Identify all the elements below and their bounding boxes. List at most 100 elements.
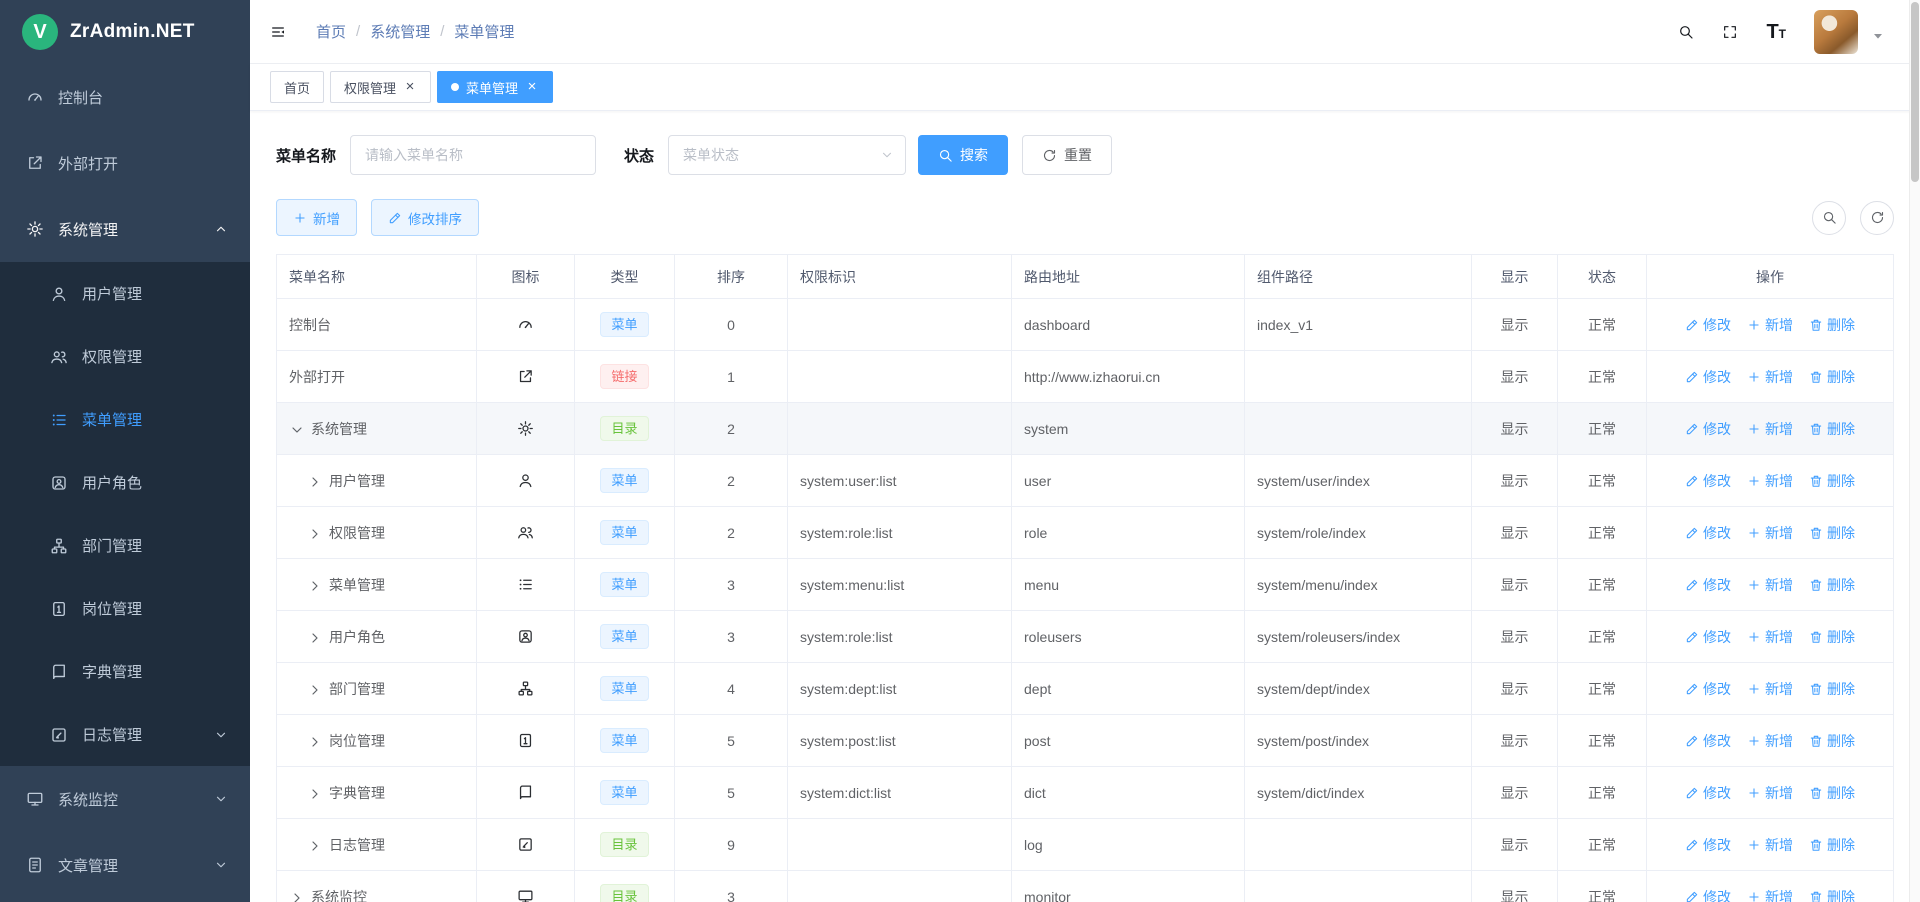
row-delete-link[interactable]: 删除	[1809, 679, 1855, 699]
cell-visible: 显示	[1472, 403, 1558, 455]
cell-menu-name[interactable]: 用户角色	[277, 611, 477, 663]
add-button[interactable]: 新增	[276, 199, 357, 236]
cell-permission	[788, 351, 1012, 403]
cell-menu-name[interactable]: 系统管理	[277, 403, 477, 455]
row-edit-link[interactable]: 修改	[1685, 783, 1731, 803]
cell-permission	[788, 299, 1012, 351]
row-edit-link[interactable]: 修改	[1685, 523, 1731, 543]
cell-menu-name[interactable]: 系统监控	[277, 871, 477, 902]
row-delete-link[interactable]: 删除	[1809, 367, 1855, 387]
row-add-link[interactable]: 新增	[1747, 471, 1793, 491]
app-logo[interactable]: V ZrAdmin.NET	[0, 0, 250, 64]
edit-icon	[1685, 526, 1699, 540]
font-size-icon[interactable]: TT	[1766, 22, 1786, 42]
menu-fold-icon[interactable]	[270, 24, 286, 40]
row-add-link[interactable]: 新增	[1747, 731, 1793, 751]
row-delete-link[interactable]: 删除	[1809, 887, 1855, 902]
row-edit-link[interactable]: 修改	[1685, 731, 1731, 751]
table-header-row: 菜单名称图标类型排序权限标识路由地址组件路径显示状态操作	[277, 255, 1894, 299]
row-delete-link[interactable]: 删除	[1809, 315, 1855, 335]
search-button[interactable]: 搜索	[918, 135, 1008, 175]
sidebar-item-8[interactable]: 岗位管理	[0, 577, 250, 640]
tab-1[interactable]: 权限管理×	[330, 71, 431, 103]
page-scrollbar[interactable]	[1909, 0, 1920, 902]
user-dropdown-caret-icon[interactable]	[1870, 28, 1886, 44]
row-add-link[interactable]: 新增	[1747, 835, 1793, 855]
row-delete-link[interactable]: 删除	[1809, 523, 1855, 543]
sidebar-item-3[interactable]: 用户管理	[0, 262, 250, 325]
row-add-link[interactable]: 新增	[1747, 523, 1793, 543]
row-delete-link[interactable]: 删除	[1809, 783, 1855, 803]
show-search-button[interactable]	[1812, 201, 1846, 235]
row-add-link[interactable]: 新增	[1747, 887, 1793, 902]
cell-visible: 显示	[1472, 767, 1558, 819]
trash-icon	[1809, 890, 1823, 902]
plus-icon	[1747, 630, 1761, 644]
row-delete-link[interactable]: 删除	[1809, 627, 1855, 647]
row-add-link[interactable]: 新增	[1747, 575, 1793, 595]
breadcrumb-item-2[interactable]: 菜单管理	[454, 21, 514, 42]
cell-menu-name[interactable]: 权限管理	[277, 507, 477, 559]
sidebar-item-11[interactable]: 系统监控	[0, 766, 250, 832]
breadcrumb-item-0[interactable]: 首页	[316, 21, 346, 42]
row-delete-link[interactable]: 删除	[1809, 731, 1855, 751]
sidebar-item-5[interactable]: 菜单管理	[0, 388, 250, 451]
reset-button[interactable]: 重置	[1022, 135, 1112, 175]
user-avatar[interactable]	[1814, 10, 1858, 54]
cell-sort: 2	[675, 403, 788, 455]
external-icon	[517, 368, 534, 385]
sidebar-item-9[interactable]: 字典管理	[0, 640, 250, 703]
row-delete-link[interactable]: 删除	[1809, 575, 1855, 595]
sidebar-item-1[interactable]: 外部打开	[0, 130, 250, 196]
breadcrumb-item-1[interactable]: 系统管理	[370, 21, 430, 42]
sidebar-menu: 控制台外部打开系统管理用户管理权限管理菜单管理用户角色部门管理岗位管理字典管理日…	[0, 64, 250, 898]
cell-menu-name[interactable]: 菜单管理	[277, 559, 477, 611]
row-edit-link[interactable]: 修改	[1685, 627, 1731, 647]
tab-2[interactable]: 菜单管理×	[437, 71, 553, 103]
cell-menu-name[interactable]: 部门管理	[277, 663, 477, 715]
row-edit-link[interactable]: 修改	[1685, 679, 1731, 699]
cell-menu-name[interactable]: 日志管理	[277, 819, 477, 871]
row-edit-link[interactable]: 修改	[1685, 471, 1731, 491]
row-delete-link[interactable]: 删除	[1809, 471, 1855, 491]
row-edit-link[interactable]: 修改	[1685, 419, 1731, 439]
row-add-link[interactable]: 新增	[1747, 627, 1793, 647]
row-delete-link[interactable]: 删除	[1809, 835, 1855, 855]
plus-icon	[1747, 682, 1761, 696]
menu-name-input[interactable]	[350, 135, 596, 175]
row-edit-link[interactable]: 修改	[1685, 575, 1731, 595]
sidebar-item-2[interactable]: 系统管理	[0, 196, 250, 262]
sidebar-item-4[interactable]: 权限管理	[0, 325, 250, 388]
row-add-link[interactable]: 新增	[1747, 679, 1793, 699]
column-header: 图标	[477, 255, 575, 299]
row-edit-link[interactable]: 修改	[1685, 835, 1731, 855]
tab-0[interactable]: 首页	[270, 71, 324, 103]
row-add-link[interactable]: 新增	[1747, 783, 1793, 803]
type-tag: 目录	[600, 884, 648, 902]
cell-menu-name[interactable]: 用户管理	[277, 455, 477, 507]
sidebar-item-12[interactable]: 文章管理	[0, 832, 250, 898]
sidebar-item-10[interactable]: 日志管理	[0, 703, 250, 766]
row-edit-link[interactable]: 修改	[1685, 367, 1731, 387]
cell-menu-name[interactable]: 字典管理	[277, 767, 477, 819]
row-add-link[interactable]: 新增	[1747, 367, 1793, 387]
sidebar-item-6[interactable]: 用户角色	[0, 451, 250, 514]
row-delete-link[interactable]: 删除	[1809, 419, 1855, 439]
refresh-table-button[interactable]	[1860, 201, 1894, 235]
cell-route: roleusers	[1012, 611, 1245, 663]
tab-close-icon[interactable]: ×	[525, 80, 539, 94]
fullscreen-icon[interactable]	[1722, 24, 1738, 40]
sidebar-item-7[interactable]: 部门管理	[0, 514, 250, 577]
row-edit-link[interactable]: 修改	[1685, 315, 1731, 335]
sidebar-item-0[interactable]: 控制台	[0, 64, 250, 130]
search-icon[interactable]	[1678, 24, 1694, 40]
modify-sort-button[interactable]: 修改排序	[371, 199, 479, 236]
cell-menu-name[interactable]: 岗位管理	[277, 715, 477, 767]
tab-close-icon[interactable]: ×	[403, 80, 417, 94]
row-edit-link[interactable]: 修改	[1685, 887, 1731, 902]
row-add-link[interactable]: 新增	[1747, 315, 1793, 335]
scrollbar-thumb[interactable]	[1911, 2, 1919, 182]
row-add-link[interactable]: 新增	[1747, 419, 1793, 439]
status-select[interactable]: 菜单状态	[668, 135, 906, 175]
gauge-icon	[517, 316, 534, 333]
